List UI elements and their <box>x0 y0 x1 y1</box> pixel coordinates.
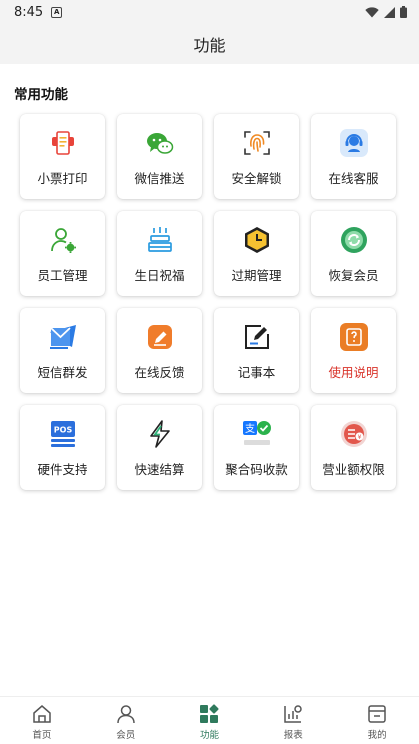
function-label: 安全解锁 <box>231 171 282 186</box>
nav-label: 会员 <box>116 730 136 741</box>
birthday-cake-icon <box>145 225 175 255</box>
function-online-feedback[interactable]: 在线反馈 <box>117 308 202 393</box>
function-label: 员工管理 <box>37 268 88 283</box>
app-bar: 功能 <box>0 24 419 64</box>
wifi-icon <box>365 6 379 17</box>
notification-icon: A <box>51 6 63 18</box>
section-title: 常用功能 <box>14 87 68 103</box>
bottom-nav: 首页 会员 功能 报表 我的 <box>0 696 419 744</box>
function-label: 生日祝福 <box>134 268 185 283</box>
function-label: 记事本 <box>237 365 276 380</box>
function-label: 恢复会员 <box>328 268 379 283</box>
nav-label: 我的 <box>367 730 387 741</box>
function-online-service[interactable]: 在线客服 <box>311 114 396 199</box>
signal-icon <box>384 6 395 18</box>
page-title: 功能 <box>193 36 226 55</box>
aggregate-payment-icon: 支 <box>242 419 272 449</box>
nav-report[interactable]: 报表 <box>251 697 335 744</box>
report-chart-icon <box>282 703 304 725</box>
function-receipt-print[interactable]: 小票打印 <box>20 114 105 199</box>
function-restore-member[interactable]: 恢复会员 <box>311 211 396 296</box>
function-notepad[interactable]: 记事本 <box>214 308 299 393</box>
function-label: 在线反馈 <box>134 365 185 380</box>
staff-icon <box>48 225 78 255</box>
function-security-unlock[interactable]: 安全解锁 <box>214 114 299 199</box>
nav-home[interactable]: 首页 <box>0 697 84 744</box>
expiry-clock-icon <box>242 225 272 255</box>
customer-service-icon <box>339 128 369 158</box>
function-label: 短信群发 <box>37 365 88 380</box>
nav-label: 功能 <box>199 730 219 741</box>
pos-hardware-icon: POS <box>48 419 78 449</box>
function-label: 快速结算 <box>134 462 185 477</box>
function-hardware-support[interactable]: POS 硬件支持 <box>20 405 105 490</box>
function-label: 营业额权限 <box>322 462 385 477</box>
function-staff-management[interactable]: 员工管理 <box>20 211 105 296</box>
nav-function[interactable]: 功能 <box>168 697 252 744</box>
nav-member[interactable]: 会员 <box>84 697 168 744</box>
function-aggregate-payment[interactable]: 支 聚合码收款 <box>214 405 299 490</box>
home-icon <box>31 703 53 725</box>
sms-envelope-icon <box>48 322 78 352</box>
restore-member-icon <box>339 225 369 255</box>
function-user-manual[interactable]: 使用说明 <box>311 308 396 393</box>
function-expiry-management[interactable]: 过期管理 <box>214 211 299 296</box>
nav-label: 报表 <box>283 730 303 741</box>
function-label: 过期管理 <box>231 268 282 283</box>
svg-text:POS: POS <box>53 426 72 435</box>
function-quick-checkout[interactable]: 快速结算 <box>117 405 202 490</box>
status-time: 8:45 <box>14 4 44 20</box>
status-indicators <box>365 6 407 18</box>
function-label: 小票打印 <box>37 171 88 186</box>
function-label: 在线客服 <box>328 171 379 186</box>
nav-mine[interactable]: 我的 <box>335 697 419 744</box>
store-icon <box>366 703 388 725</box>
function-sms-broadcast[interactable]: 短信群发 <box>20 308 105 393</box>
wechat-icon <box>145 128 175 158</box>
lightning-icon <box>145 419 175 449</box>
function-label: 使用说明 <box>328 365 379 380</box>
battery-icon <box>400 6 407 18</box>
fingerprint-icon <box>242 128 272 158</box>
function-label: 聚合码收款 <box>225 462 288 477</box>
status-bar: 8:45 A <box>0 0 419 24</box>
svg-text:¥: ¥ <box>357 434 361 441</box>
function-revenue-permission[interactable]: ¥ 营业额权限 <box>311 405 396 490</box>
svg-text:支: 支 <box>245 423 255 435</box>
notepad-icon <box>242 322 272 352</box>
help-manual-icon <box>339 322 369 352</box>
revenue-permission-icon: ¥ <box>339 419 369 449</box>
function-wechat-push[interactable]: 微信推送 <box>117 114 202 199</box>
function-label: 微信推送 <box>134 171 185 186</box>
receipt-printer-icon <box>48 128 78 158</box>
function-label: 硬件支持 <box>37 462 88 477</box>
nav-label: 首页 <box>32 730 52 741</box>
function-birthday-greeting[interactable]: 生日祝福 <box>117 211 202 296</box>
person-icon <box>115 703 137 725</box>
function-grid: 小票打印 微信推送 安全解锁 在线客服 员工管理 生日祝福 过期管理 恢复会员 … <box>20 114 396 490</box>
feedback-edit-icon <box>145 322 175 352</box>
grid-icon <box>198 703 220 725</box>
